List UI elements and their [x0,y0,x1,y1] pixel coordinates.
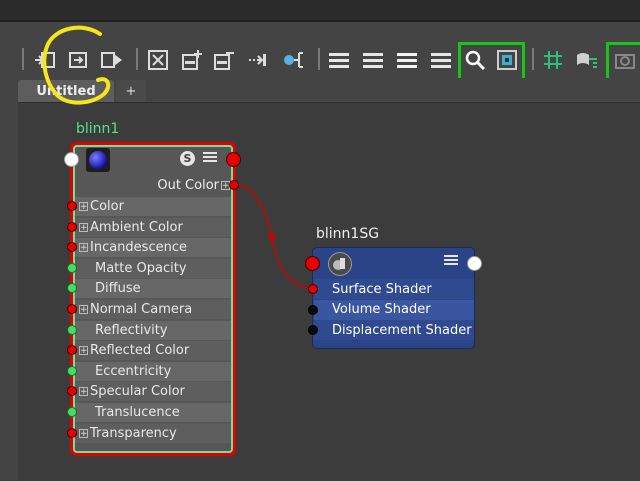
attribute-input-port[interactable] [67,262,77,273]
shader-swatch [86,148,110,172]
blinn-output-port[interactable] [226,152,241,167]
sg-attribute-row[interactable]: Surface Shader [314,279,474,299]
expand-icon[interactable]: + [79,222,88,232]
shading-group-icon [328,252,352,276]
attribute-label: Ambient Color [90,219,183,235]
out-color-port[interactable] [229,180,239,190]
node-mode-icon[interactable] [203,152,217,164]
expand-icon[interactable]: + [79,387,88,397]
attribute-row[interactable]: + Color [75,197,231,216]
expand-icon [79,264,93,273]
sg-attribute-label: Volume Shader [332,302,431,317]
expand-icon[interactable]: + [79,346,88,356]
blinn-input-port[interactable] [64,152,79,167]
expand-icon [79,326,93,335]
attribute-label: Normal Camera [90,302,193,317]
expand-icon [79,408,93,417]
attribute-row[interactable]: Matte Opacity [75,258,231,278]
sg-attribute-input-port[interactable] [308,284,318,294]
attribute-input-port[interactable] [67,427,77,438]
attribute-row[interactable]: + Reflected Color [75,341,231,361]
sg-input-port[interactable] [305,256,320,271]
attribute-input-port[interactable] [67,201,77,211]
sg-attribute-row[interactable]: Displacement Shader [314,320,474,340]
out-color-label: Out Color [157,177,219,193]
attribute-label: Transparency [90,425,177,441]
attribute-row[interactable]: Eccentricity [75,361,231,381]
attribute-input-port[interactable] [67,365,77,376]
attribute-row[interactable]: + Normal Camera [75,300,231,319]
sg-attribute-input-port[interactable] [308,304,318,315]
sg-output-port[interactable] [467,256,482,271]
sg-attribute-label: Displacement Shader [332,322,472,338]
expand-icon [79,284,93,293]
expand-icon[interactable]: + [79,202,88,212]
expand-icon[interactable]: + [79,428,88,438]
attribute-label: Reflectivity [95,322,168,338]
attribute-row[interactable]: Translucence [75,403,231,422]
out-color-row: Out Color + [150,177,230,193]
sg-attribute-input-port[interactable] [308,325,318,335]
blinn-node-title: blinn1 [76,121,120,137]
attribute-label: Color [90,199,124,214]
attribute-input-port[interactable] [67,221,77,232]
expand-icon[interactable]: + [79,243,88,253]
shader-info-icon[interactable]: S [180,151,195,166]
attribute-row[interactable]: Diffuse [75,279,231,299]
expand-icon [79,367,93,376]
expand-icon[interactable]: + [79,305,88,315]
attribute-label: Eccentricity [95,363,172,379]
attribute-row[interactable]: + Incandescence [75,238,231,258]
attribute-label: Reflected Color [90,343,190,359]
attribute-label: Matte Opacity [95,260,187,276]
attribute-row[interactable]: Reflectivity [75,320,231,340]
sg-node-title: blinn1SG [316,226,380,242]
sg-attribute-label: Surface Shader [332,281,432,297]
sg-attribute-row[interactable]: Volume Shader [314,299,474,320]
attribute-label: Incandescence [90,240,187,256]
attribute-input-port[interactable] [67,304,77,314]
attribute-input-port[interactable] [67,407,77,417]
attribute-label: Specular Color [90,384,185,400]
attribute-row[interactable]: + Ambient Color [75,217,231,237]
attribute-row[interactable]: + Specular Color [75,382,231,402]
attribute-label: Translucence [95,405,180,420]
attribute-row[interactable]: + Transparency [75,423,231,443]
sg-node-mode-icon[interactable] [444,255,458,267]
attribute-input-port[interactable] [67,324,77,335]
attribute-label: Diffuse [95,281,141,297]
